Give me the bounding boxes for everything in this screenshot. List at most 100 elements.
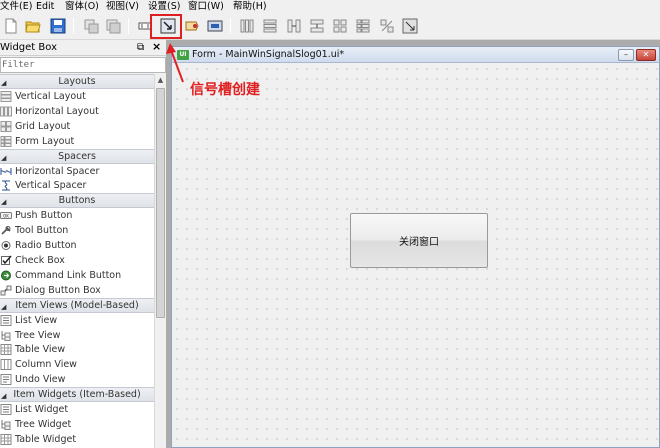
- table-view-icon: [0, 344, 12, 356]
- cut-icon[interactable]: [82, 17, 100, 35]
- layout-horizontal-splitter-icon[interactable]: [285, 17, 303, 35]
- list-item[interactable]: Dialog Button Box: [0, 283, 154, 298]
- category-item-views[interactable]: ◢ Item Views (Model-Based): [0, 297, 154, 313]
- item-label: List View: [15, 314, 58, 326]
- menu-edit[interactable]: Edit: [36, 0, 65, 14]
- collapse-arrow-icon: ◢: [1, 153, 7, 162]
- layout-horizontal-icon[interactable]: [238, 17, 256, 35]
- item-label: Tool Button: [15, 225, 69, 237]
- annotation-arrow-icon: [166, 43, 184, 83]
- list-item[interactable]: Form Layout: [0, 134, 154, 149]
- item-label: Radio Button: [15, 240, 77, 252]
- layout-vertical-splitter-icon[interactable]: [308, 17, 326, 35]
- form-title: Form - MainWinSignalSlog01.ui*: [192, 49, 345, 60]
- list-item[interactable]: Vertical Spacer: [0, 178, 154, 193]
- list-item[interactable]: Column View: [0, 357, 154, 372]
- radio-button-icon: [0, 240, 12, 251]
- command-link-icon: [0, 270, 12, 281]
- form-titlebar[interactable]: UI Form - MainWinSignalSlog01.ui* – ✕: [172, 47, 659, 63]
- item-label: Table View: [15, 344, 66, 356]
- category-spacers[interactable]: ◢ Spacers: [0, 148, 154, 164]
- item-label: Table Widget: [15, 433, 77, 445]
- menu-view[interactable]: 视图(V): [106, 0, 148, 14]
- close-icon[interactable]: ✕: [636, 49, 656, 61]
- svg-text:OK: OK: [3, 214, 9, 219]
- menu-settings[interactable]: 设置(S): [148, 0, 188, 14]
- item-label: Tree View: [15, 329, 61, 341]
- category-layouts[interactable]: ◢ Layouts: [0, 74, 154, 89]
- column-view-icon: [0, 359, 12, 371]
- tree-widget-icon: [0, 419, 12, 430]
- list-item[interactable]: Check Box: [0, 253, 154, 268]
- form-layout-icon: [0, 135, 12, 147]
- list-item[interactable]: List View: [0, 313, 154, 328]
- annotation-label: 信号槽创建: [190, 82, 260, 98]
- close-icon[interactable]: ×: [152, 40, 161, 53]
- filter-input[interactable]: Filter: [0, 57, 166, 73]
- list-item[interactable]: List Widget: [0, 402, 154, 417]
- form-canvas[interactable]: 关闭窗口: [172, 64, 659, 447]
- item-label: Horizontal Spacer: [15, 165, 100, 177]
- list-item[interactable]: Grid Layout: [0, 119, 154, 134]
- list-view-icon: [0, 314, 12, 326]
- menu-form[interactable]: 窗体(O): [65, 0, 106, 14]
- list-item[interactable]: OK Push Button: [0, 208, 154, 223]
- menu-window[interactable]: 窗口(W): [188, 0, 233, 14]
- layout-vertical-icon[interactable]: [261, 17, 279, 35]
- highlight-box: [150, 14, 182, 39]
- scrollbar-thumb[interactable]: [156, 88, 165, 318]
- open-folder-icon[interactable]: [24, 17, 42, 35]
- close-window-button[interactable]: 关闭窗口: [350, 213, 488, 268]
- edit-buddies-icon[interactable]: [183, 17, 201, 35]
- adjust-size-icon[interactable]: [401, 17, 419, 35]
- list-item[interactable]: Tree Widget: [0, 417, 154, 432]
- copy-icon[interactable]: [104, 17, 122, 35]
- vertical-spacer-icon: [0, 180, 12, 191]
- list-item[interactable]: Vertical Layout: [0, 89, 154, 104]
- list-item[interactable]: Horizontal Layout: [0, 104, 154, 119]
- widget-box-scrollbar[interactable]: ▲: [154, 74, 166, 448]
- category-label: Buttons: [58, 195, 96, 207]
- item-label: Dialog Button Box: [15, 284, 101, 296]
- item-label: Vertical Layout: [15, 90, 86, 102]
- widget-box-title: Widget Box: [0, 42, 57, 53]
- edit-tab-order-icon[interactable]: [206, 17, 224, 35]
- item-label: Tree Widget: [15, 418, 72, 430]
- toolbar-separator: [230, 18, 231, 34]
- float-panel-icon[interactable]: ⧉: [137, 42, 144, 53]
- category-label: Spacers: [58, 150, 96, 162]
- list-item[interactable]: Tree View: [0, 328, 154, 343]
- menu-help[interactable]: 帮助(H): [233, 0, 273, 14]
- form-window: UI Form - MainWinSignalSlog01.ui* – ✕ 关闭…: [171, 46, 660, 448]
- item-label: Grid Layout: [15, 120, 71, 132]
- list-item[interactable]: Command Link Button: [0, 268, 154, 283]
- new-file-icon[interactable]: [2, 17, 20, 35]
- list-item[interactable]: Tool Button: [0, 223, 154, 238]
- minimize-icon[interactable]: –: [618, 49, 634, 61]
- list-widget-icon: [0, 404, 12, 416]
- item-label: Horizontal Layout: [15, 105, 99, 117]
- list-item[interactable]: Table View: [0, 342, 154, 357]
- category-label: Layouts: [58, 76, 96, 87]
- category-item-widgets[interactable]: ◢ Item Widgets (Item-Based): [0, 387, 154, 403]
- toolbar-separator: [128, 18, 129, 34]
- layout-form-icon[interactable]: [354, 17, 372, 35]
- toolbar: [0, 14, 660, 40]
- list-item[interactable]: Undo View: [0, 372, 154, 387]
- menu-file[interactable]: 文件(E): [0, 0, 36, 14]
- item-label: Form Layout: [15, 135, 75, 147]
- collapse-arrow-icon: ◢: [1, 302, 7, 311]
- collapse-arrow-icon: ◢: [1, 392, 7, 401]
- break-layout-icon[interactable]: [378, 17, 396, 35]
- category-buttons[interactable]: ◢ Buttons: [0, 193, 154, 209]
- category-label: Item Views (Model-Based): [15, 299, 139, 311]
- widget-box-titlebar: Widget Box ⧉ ×: [0, 40, 166, 56]
- list-item[interactable]: Table Widget: [0, 432, 154, 447]
- list-item[interactable]: Horizontal Spacer: [0, 164, 154, 179]
- layout-grid-icon[interactable]: [331, 17, 349, 35]
- horizontal-layout-icon: [0, 106, 12, 117]
- list-item[interactable]: Radio Button: [0, 238, 154, 253]
- save-icon[interactable]: [49, 17, 67, 35]
- vertical-layout-icon: [0, 90, 12, 102]
- item-label: Vertical Spacer: [15, 180, 87, 192]
